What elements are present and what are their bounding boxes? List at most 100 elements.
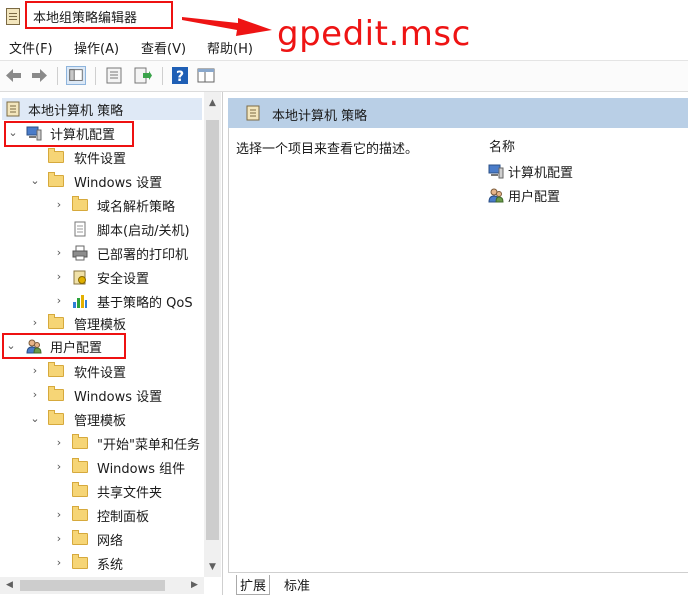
tree-item-system[interactable]: › 系统	[48, 552, 202, 574]
tab-standard[interactable]: 标准	[281, 575, 313, 595]
folder-icon	[48, 362, 64, 377]
folder-icon	[72, 530, 88, 545]
users-icon	[488, 188, 504, 203]
chevron-down-icon[interactable]: ⌄	[28, 174, 42, 188]
scroll-right-icon[interactable]: ▶	[187, 578, 202, 593]
help-icon[interactable]: ?	[170, 66, 190, 85]
column-header-name[interactable]: 名称	[489, 136, 515, 155]
tree-label: 计算机配置	[50, 128, 116, 143]
script-icon	[74, 221, 86, 237]
toolbar: ?	[0, 60, 688, 92]
properties-icon[interactable]	[104, 66, 124, 85]
tree-label: 软件设置	[74, 366, 127, 381]
chevron-right-icon[interactable]: ›	[52, 460, 66, 474]
chevron-right-icon[interactable]: ›	[52, 436, 66, 450]
tab-extended[interactable]: 扩展	[236, 575, 271, 595]
tree-item-name-resolution-policy[interactable]: › 域名解析策略	[48, 194, 202, 216]
details-description: 选择一个项目来查看它的描述。	[236, 142, 419, 157]
details-header-title: 本地计算机 策略	[272, 109, 368, 124]
policy-editor-icon	[6, 8, 20, 25]
tree-item-security-settings[interactable]: › 安全设置	[48, 266, 202, 288]
tree-item-deployed-printers[interactable]: › 已部署的打印机	[48, 242, 202, 264]
tree-label: 管理模板	[74, 414, 127, 429]
tree-label: 域名解析策略	[97, 200, 176, 215]
tree-root-local-policy[interactable]: 本地计算机 策略	[2, 98, 202, 120]
tree-vertical-scroll-thumb[interactable]	[206, 120, 219, 540]
folder-icon	[72, 506, 88, 521]
tree-label: 已部署的打印机	[97, 248, 189, 263]
chevron-down-icon[interactable]: ⌄	[4, 339, 18, 353]
tree-label: 安全设置	[97, 272, 150, 287]
tree-horizontal-scroll-thumb[interactable]	[20, 580, 165, 591]
chevron-right-icon[interactable]: ›	[52, 532, 66, 546]
folder-icon	[48, 148, 64, 163]
tree-item-network[interactable]: › 网络	[48, 528, 202, 550]
chevron-right-icon[interactable]: ›	[52, 270, 66, 284]
menu-bar: 文件(F) 操作(A) 查看(V) 帮助(H)	[0, 33, 688, 59]
folder-icon	[48, 386, 64, 401]
chevron-right-icon[interactable]: ›	[28, 316, 42, 330]
scroll-up-icon[interactable]: ▲	[205, 96, 220, 111]
view-icon[interactable]	[196, 66, 216, 85]
chevron-down-icon[interactable]: ⌄	[6, 126, 20, 140]
tree-item-user-windows-settings[interactable]: › Windows 设置	[24, 384, 202, 406]
chevron-right-icon[interactable]: ›	[52, 246, 66, 260]
tree-item-software-settings[interactable]: 软件设置	[24, 146, 184, 168]
tree-label: 共享文件夹	[97, 486, 163, 501]
tree-item-windows-settings[interactable]: ⌄ Windows 设置	[24, 170, 202, 192]
tree-label: 软件设置	[74, 152, 127, 167]
chevron-right-icon[interactable]: ›	[52, 198, 66, 212]
tree-label: 管理模板	[74, 318, 127, 333]
security-icon	[73, 270, 86, 285]
tree-label: "开始"菜单和任务	[97, 438, 200, 453]
menu-help[interactable]: 帮助(H)	[207, 38, 253, 57]
forward-icon[interactable]	[29, 66, 49, 85]
menu-view[interactable]: 查看(V)	[141, 38, 186, 57]
toolbar-separator	[95, 67, 96, 85]
show-tree-icon[interactable]	[66, 66, 86, 85]
chevron-right-icon[interactable]: ›	[52, 294, 66, 308]
tree-item-windows-components[interactable]: › Windows 组件	[48, 456, 202, 478]
folder-icon	[72, 482, 88, 497]
tree-label: 基于策略的 QoS	[97, 296, 193, 311]
policy-document-icon	[6, 101, 20, 117]
tree-item-user-config[interactable]: ⌄ 用户配置	[4, 335, 122, 357]
folder-icon	[48, 172, 64, 187]
tree-item-start-menu[interactable]: › "开始"菜单和任务	[48, 432, 202, 454]
details-pane	[228, 98, 688, 572]
toolbar-separator	[57, 67, 58, 85]
bar-chart-icon	[73, 295, 87, 308]
folder-icon	[72, 458, 88, 473]
title-bar: 本地组策略编辑器 gpedit.msc	[0, 0, 688, 54]
tree-item-user-admin-templates[interactable]: ⌄ 管理模板	[24, 408, 202, 430]
folder-icon	[72, 554, 88, 569]
menu-action[interactable]: 操作(A)	[74, 38, 119, 57]
details-item-label: 计算机配置	[508, 166, 574, 181]
tree-item-user-software-settings[interactable]: › 软件设置	[24, 360, 202, 382]
printer-icon	[72, 245, 88, 261]
chevron-right-icon[interactable]: ›	[52, 508, 66, 522]
window-title: 本地组策略编辑器	[33, 11, 138, 26]
back-icon[interactable]	[4, 66, 24, 85]
folder-icon	[72, 434, 88, 449]
tree-item-scripts[interactable]: 脚本(启动/关机)	[48, 218, 202, 240]
tree-item-computer-config[interactable]: ⌄ 计算机配置	[4, 122, 132, 144]
folder-icon	[72, 196, 88, 211]
tree-label: 脚本(启动/关机)	[97, 224, 190, 239]
tree-item-policy-based-qos[interactable]: › 基于策略的 QoS	[48, 290, 202, 312]
scroll-left-icon[interactable]: ◀	[2, 578, 17, 593]
menu-file[interactable]: 文件(F)	[9, 38, 53, 57]
tree-label: 用户配置	[50, 341, 103, 356]
tree-label: 本地计算机 策略	[28, 104, 124, 119]
chevron-right-icon[interactable]: ›	[28, 364, 42, 378]
tree-item-control-panel[interactable]: › 控制面板	[48, 504, 202, 526]
computer-icon	[26, 126, 42, 141]
tree-item-admin-templates[interactable]: › 管理模板	[24, 312, 202, 334]
chevron-down-icon[interactable]: ⌄	[28, 412, 42, 426]
tree-item-shared-folders[interactable]: 共享文件夹	[48, 480, 202, 502]
export-list-icon[interactable]	[133, 66, 153, 85]
scroll-down-icon[interactable]: ▼	[205, 560, 220, 575]
chevron-right-icon[interactable]: ›	[52, 556, 66, 570]
tree-label: 控制面板	[97, 510, 150, 525]
chevron-right-icon[interactable]: ›	[28, 388, 42, 402]
